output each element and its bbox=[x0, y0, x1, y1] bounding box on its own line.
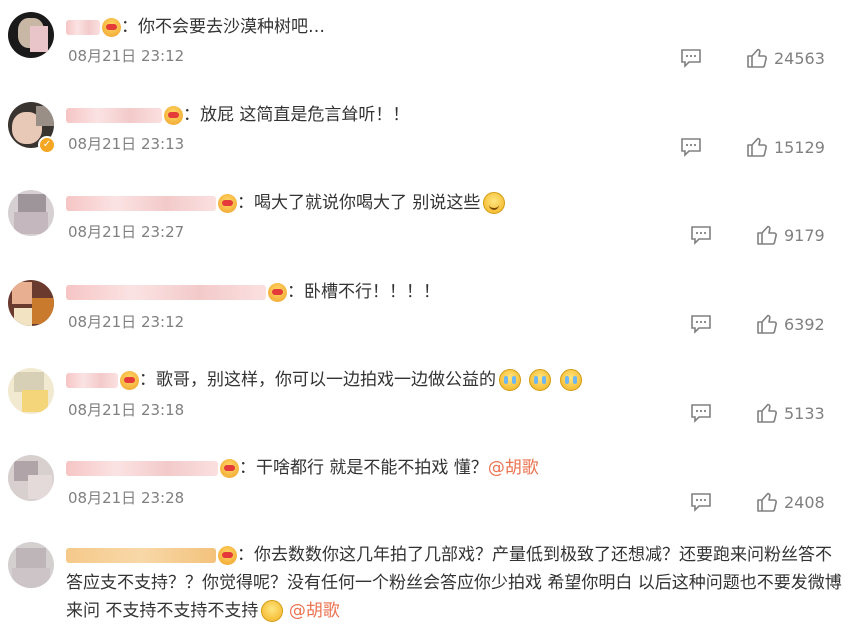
fan-badge-icon bbox=[218, 545, 237, 565]
like-count: 15129 bbox=[774, 138, 825, 157]
like-count: 9179 bbox=[784, 226, 825, 245]
avatar[interactable] bbox=[8, 190, 54, 236]
comment-reply-icon[interactable] bbox=[690, 403, 712, 423]
comment-line-3: 来问 不支持不支持不支持 @胡歌 bbox=[66, 598, 340, 624]
comment-line: ：干啥都行 就是不能不拍戏 懂？@胡歌 bbox=[66, 455, 539, 481]
avatar[interactable] bbox=[8, 12, 54, 58]
comment-text: 你不会要去沙漠种树吧… bbox=[138, 17, 325, 37]
comment-text: 卧槽不行！！！！ bbox=[304, 282, 440, 302]
avatar[interactable] bbox=[8, 280, 54, 326]
timestamp: 08月21日 23:28 bbox=[68, 489, 185, 507]
username-blurred[interactable] bbox=[66, 284, 266, 300]
like-count: 5133 bbox=[784, 404, 825, 423]
fan-badge-icon bbox=[220, 458, 239, 478]
thumbs-up-icon[interactable] bbox=[746, 47, 768, 69]
fan-badge-icon bbox=[218, 193, 237, 213]
thumbs-up-icon[interactable] bbox=[756, 224, 778, 246]
comment-text: 放屁 这简直是危言耸听！！ bbox=[200, 105, 410, 125]
like-count: 2408 bbox=[784, 493, 825, 512]
comment-line: ：喝大了就说你喝大了 别说这些 bbox=[66, 190, 506, 216]
separator: ： bbox=[239, 458, 256, 478]
comment-reply-icon[interactable] bbox=[690, 314, 712, 334]
comment-reply-icon[interactable] bbox=[690, 225, 712, 245]
timestamp: 08月21日 23:27 bbox=[68, 223, 185, 241]
comment-text-line-3: 来问 不支持不支持不支持 bbox=[66, 601, 259, 621]
separator: ： bbox=[183, 105, 200, 125]
timestamp: 08月21日 23:12 bbox=[68, 313, 185, 331]
comment-line: ：卧槽不行！！！！ bbox=[66, 279, 440, 305]
comment-line: ：歌哥，别这样，你可以一边拍戏一边做公益的 bbox=[66, 367, 582, 393]
mention-link[interactable]: @胡歌 bbox=[488, 458, 539, 478]
comment-text: 喝大了就说你喝大了 别说这些 bbox=[254, 193, 481, 213]
crying-emoji-icon bbox=[499, 369, 521, 391]
verified-badge-icon: ✓ bbox=[38, 136, 56, 154]
separator: ： bbox=[237, 545, 254, 565]
shush-emoji-icon bbox=[261, 600, 284, 622]
comment-reply-icon[interactable] bbox=[690, 492, 712, 512]
username-blurred[interactable] bbox=[66, 547, 216, 563]
thumbs-up-icon[interactable] bbox=[756, 313, 778, 335]
comment-reply-icon[interactable] bbox=[680, 137, 702, 157]
username-blurred[interactable] bbox=[66, 195, 216, 211]
mention-link[interactable]: @胡歌 bbox=[289, 601, 340, 621]
avatar[interactable] bbox=[8, 542, 54, 588]
username-blurred[interactable] bbox=[66, 19, 100, 35]
comment-line: ：放屁 这简直是危言耸听！！ bbox=[66, 102, 409, 128]
separator: ： bbox=[287, 282, 304, 302]
thumbs-up-icon[interactable] bbox=[746, 136, 768, 158]
avatar[interactable] bbox=[8, 368, 54, 414]
thumbs-up-icon[interactable] bbox=[756, 402, 778, 424]
comment-text: 干啥都行 就是不能不拍戏 懂？ bbox=[256, 458, 488, 478]
comment-text-line-1: 你去数数你这几年拍了几部戏？产量低到极致了还想减？还要跑来问粉丝答不 bbox=[254, 545, 832, 565]
timestamp: 08月21日 23:12 bbox=[68, 47, 185, 65]
comment-reply-icon[interactable] bbox=[680, 48, 702, 68]
separator: ： bbox=[121, 17, 138, 37]
separator: ： bbox=[139, 370, 156, 390]
crying-emoji-icon bbox=[559, 369, 582, 391]
comment-line-2: 答应支不支持？？你觉得呢？没有任何一个粉丝会答应你少拍戏 希望你明白 以后这种问… bbox=[66, 573, 842, 593]
username-blurred[interactable] bbox=[66, 460, 218, 476]
thumbs-up-icon[interactable] bbox=[756, 491, 778, 513]
crying-emoji-icon bbox=[529, 369, 552, 391]
fan-badge-icon bbox=[268, 282, 287, 302]
smile-emoji-icon bbox=[483, 192, 506, 214]
fan-badge-icon bbox=[120, 370, 139, 390]
avatar[interactable] bbox=[8, 455, 54, 501]
separator: ： bbox=[237, 193, 254, 213]
like-count: 6392 bbox=[784, 315, 825, 334]
comment-text: 歌哥，别这样，你可以一边拍戏一边做公益的 bbox=[156, 370, 496, 390]
comment-line: ：你不会要去沙漠种树吧… bbox=[66, 14, 325, 40]
fan-badge-icon bbox=[102, 17, 121, 37]
like-count: 24563 bbox=[774, 49, 825, 68]
timestamp: 08月21日 23:13 bbox=[68, 135, 185, 153]
username-blurred[interactable] bbox=[66, 107, 162, 123]
fan-badge-icon bbox=[164, 105, 183, 125]
username-blurred[interactable] bbox=[66, 372, 118, 388]
timestamp: 08月21日 23:18 bbox=[68, 401, 185, 419]
comment-line: ：你去数数你这几年拍了几部戏？产量低到极致了还想减？还要跑来问粉丝答不 bbox=[66, 542, 832, 568]
